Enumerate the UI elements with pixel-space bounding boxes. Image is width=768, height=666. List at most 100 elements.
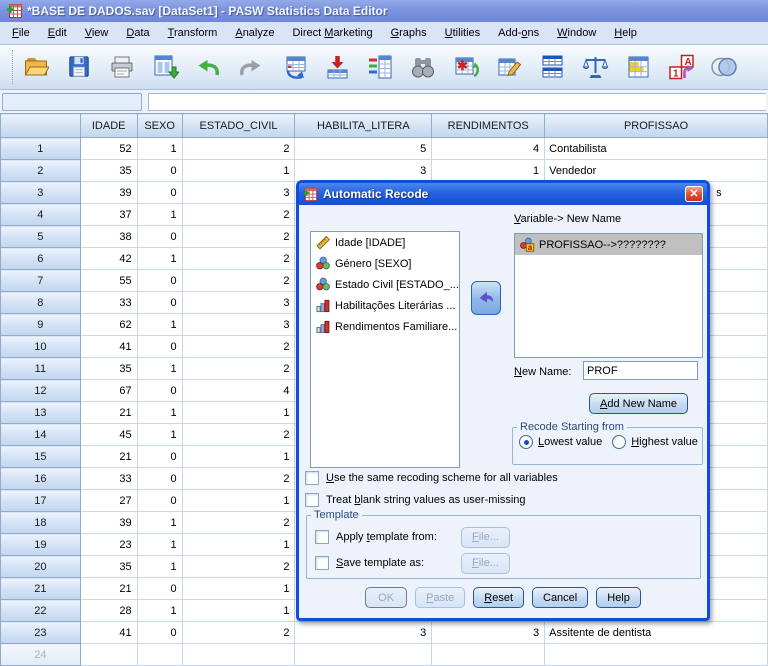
checkbox-icon[interactable] [305, 471, 319, 485]
grid-row-header[interactable]: 11 [0, 357, 81, 380]
grid-cell[interactable]: 37 [79, 203, 138, 226]
grid-row-header[interactable]: 9 [0, 313, 81, 336]
grid-cell[interactable]: 4 [181, 379, 296, 402]
grid-row-header[interactable]: 6 [0, 247, 81, 270]
toolbar-use-variable-sets[interactable] [709, 51, 739, 83]
source-variable-item[interactable]: Estado Civil [ESTADO_... [311, 274, 459, 295]
cancel-button[interactable]: Cancel [532, 587, 589, 608]
grid-row-header[interactable]: 14 [0, 423, 81, 446]
grid-corner-cell[interactable] [0, 113, 81, 138]
grid-cell[interactable]: 1 [136, 313, 183, 336]
grid-cell[interactable]: 1 [136, 401, 183, 424]
grid-cell[interactable]: 33 [79, 291, 138, 314]
grid-cell[interactable]: 35 [79, 555, 138, 578]
grid-cell[interactable]: 39 [79, 511, 138, 534]
grid-row-header[interactable]: 21 [0, 577, 81, 600]
grid-cell[interactable]: 1 [136, 511, 183, 534]
toolbar-undo[interactable] [193, 51, 223, 83]
grid-cell[interactable]: 27 [79, 489, 138, 512]
grid-cell[interactable]: 1 [136, 203, 183, 226]
menu-analyze[interactable]: Analyze [226, 24, 283, 42]
menu-file[interactable]: File [3, 24, 39, 42]
grid-cell[interactable]: 2 [181, 511, 296, 534]
grid-cell[interactable]: 0 [136, 181, 183, 204]
grid-col-header[interactable]: RENDIMENTOS [431, 113, 546, 138]
ok-button[interactable]: OK [365, 587, 408, 608]
grid-cell[interactable]: 0 [136, 269, 183, 292]
grid-cell[interactable]: 2 [181, 269, 296, 292]
grid-cell[interactable]: 39 [79, 181, 138, 204]
grid-cell[interactable]: 3 [294, 159, 433, 182]
menu-view[interactable]: View [76, 24, 118, 42]
grid-cell[interactable]: 1 [181, 599, 296, 622]
source-variable-item[interactable]: Idade [IDADE] [311, 232, 459, 253]
transfer-button[interactable] [471, 281, 501, 315]
toolbar-variables[interactable] [365, 51, 395, 83]
toolbar-save-file[interactable] [64, 51, 94, 83]
toolbar-insert-cases[interactable]: ✱ [451, 51, 481, 83]
menu-utilities[interactable]: Utilities [436, 24, 489, 42]
source-variable-list[interactable]: Idade [IDADE] Género [SEXO] Estado Civil [… [310, 231, 460, 468]
grid-cell[interactable]: 2 [181, 335, 296, 358]
grid-col-header[interactable]: PROFISSAO [544, 113, 768, 138]
source-variable-item[interactable]: Género [SEXO] [311, 253, 459, 274]
checkbox-icon[interactable] [305, 493, 319, 507]
toolbar-value-labels[interactable]: A1 [666, 51, 696, 83]
menu-window[interactable]: Window [548, 24, 605, 42]
radio-option-highest[interactable]: Highest value [612, 435, 698, 449]
menu-edit[interactable]: Edit [39, 24, 76, 42]
grid-cell[interactable]: 2 [181, 247, 296, 270]
grid-cell[interactable]: 1 [136, 137, 183, 160]
grid-cell[interactable]: 0 [136, 467, 183, 490]
menu-graphs[interactable]: Graphs [382, 24, 436, 42]
menu-add-ons[interactable]: Add-ons [489, 24, 548, 42]
grid-cell[interactable]: 3 [181, 313, 296, 336]
dialog-checkbox-row[interactable]: Use the same recoding scheme for all var… [305, 471, 558, 485]
grid-cell[interactable]: 5 [294, 137, 433, 160]
dialog-titlebar[interactable]: Automatic Recode ✕ [299, 183, 707, 205]
file-button[interactable]: File... [461, 526, 510, 548]
grid-col-header[interactable]: IDADE [79, 113, 138, 138]
radio-option-lowest[interactable]: Lowest value [519, 435, 602, 449]
grid-row-header[interactable]: 4 [0, 203, 81, 226]
grid-cell[interactable]: 0 [136, 489, 183, 512]
paste-button[interactable]: Paste [415, 587, 466, 608]
grid-cell[interactable] [79, 643, 138, 666]
menu-data[interactable]: Data [117, 24, 158, 42]
grid-cell[interactable]: 1 [136, 247, 183, 270]
grid-cell[interactable] [294, 643, 433, 666]
help-button[interactable]: Help [596, 587, 641, 608]
grid-cell[interactable]: 21 [79, 445, 138, 468]
toolbar-open-file[interactable] [21, 51, 51, 83]
grid-cell[interactable]: 0 [136, 159, 183, 182]
checkbox-icon[interactable] [315, 530, 329, 544]
grid-row-header[interactable]: 23 [0, 621, 81, 644]
menu-transform[interactable]: Transform [159, 24, 227, 42]
grid-cell[interactable]: 2 [181, 621, 296, 644]
new-name-input[interactable] [583, 361, 698, 380]
toolbar-goto-case[interactable] [279, 51, 309, 83]
grid-row-header[interactable]: 10 [0, 335, 81, 358]
grid-cell[interactable]: 4 [431, 137, 546, 160]
grid-row-header[interactable]: 7 [0, 269, 81, 292]
grid-cell[interactable]: 1 [136, 555, 183, 578]
grid-row-header[interactable]: 13 [0, 401, 81, 424]
grid-cell[interactable]: 2 [181, 225, 296, 248]
grid-cell[interactable]: 35 [79, 159, 138, 182]
grid-cell[interactable]: 2 [181, 555, 296, 578]
grid-cell[interactable]: 0 [136, 577, 183, 600]
grid-row-header[interactable]: 19 [0, 533, 81, 556]
toolbar-weight-cases[interactable] [580, 51, 610, 83]
grid-cell[interactable]: 1 [431, 159, 546, 182]
grid-cell[interactable]: 0 [136, 291, 183, 314]
target-variable-list[interactable]: a PROFISSAO-->???????? [514, 233, 703, 358]
grid-col-header[interactable]: HABILITA_LITERA [294, 113, 433, 138]
grid-cell[interactable] [431, 643, 546, 666]
grid-cell[interactable]: 1 [181, 159, 296, 182]
grid-cell[interactable]: 1 [136, 599, 183, 622]
radio-icon[interactable] [519, 435, 533, 449]
grid-row-header[interactable]: 16 [0, 467, 81, 490]
grid-cell[interactable]: Contabilista [544, 137, 768, 160]
cell-edit-field[interactable] [148, 92, 766, 111]
close-icon[interactable]: ✕ [685, 186, 703, 202]
